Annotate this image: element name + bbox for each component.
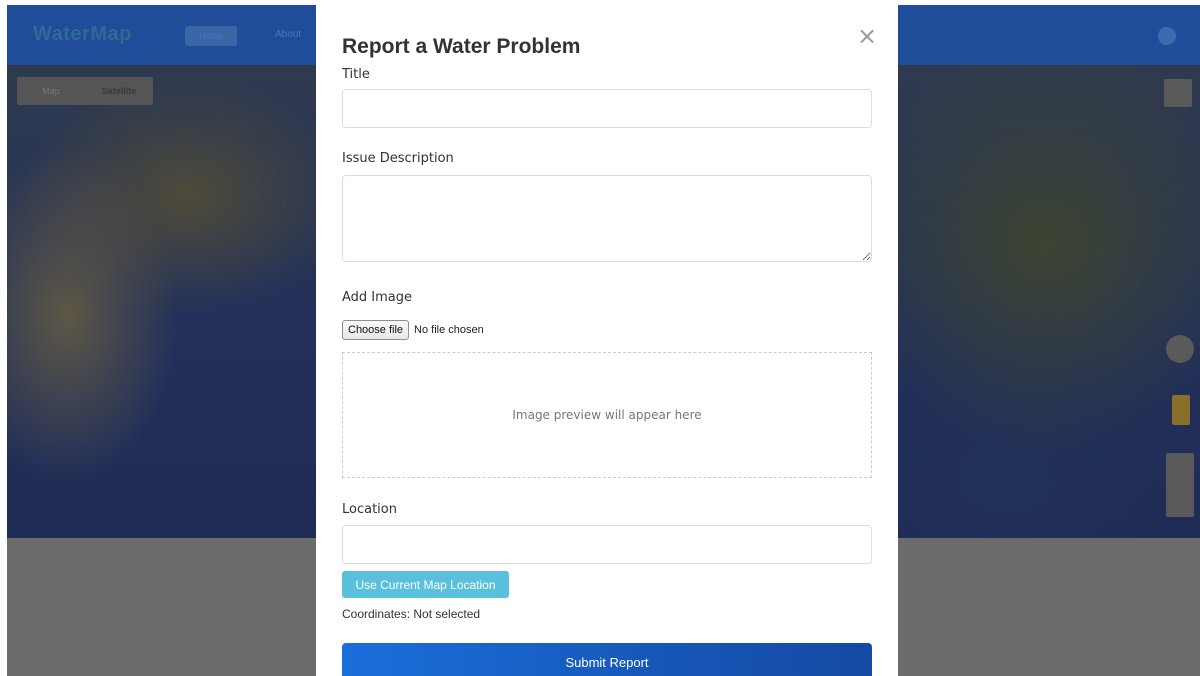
image-preview: Image preview will appear here — [342, 352, 872, 478]
nav-home-button[interactable]: Home — [185, 26, 237, 46]
image-preview-placeholder: Image preview will appear here — [512, 408, 702, 422]
nav-about-link[interactable]: About — [275, 29, 301, 40]
description-label: Issue Description — [342, 151, 454, 166]
compass-icon[interactable] — [1166, 335, 1194, 363]
description-textarea[interactable] — [342, 175, 872, 262]
location-input[interactable] — [342, 525, 872, 564]
brand-logo[interactable]: WaterMap — [33, 23, 132, 46]
file-input: Choose file No file chosen — [342, 320, 484, 340]
file-status: No file chosen — [414, 324, 484, 336]
fullscreen-icon[interactable] — [1164, 79, 1192, 107]
close-icon[interactable]: × — [856, 24, 878, 48]
user-icon[interactable] — [1158, 27, 1176, 45]
choose-file-button[interactable]: Choose file — [342, 320, 410, 340]
title-label: Title — [342, 67, 370, 82]
use-current-location-button[interactable]: Use Current Map Location — [342, 571, 509, 598]
location-label: Location — [342, 502, 397, 517]
modal-title: Report a Water Problem — [342, 35, 581, 58]
street-view-pegman-icon[interactable] — [1172, 395, 1190, 425]
map-type-map[interactable]: Map — [17, 77, 85, 105]
image-label: Add Image — [342, 290, 413, 305]
zoom-control[interactable] — [1166, 453, 1194, 517]
coordinates-text: Coordinates: Not selected — [342, 607, 481, 621]
submit-report-button[interactable]: Submit Report — [342, 643, 872, 676]
title-input[interactable] — [342, 89, 872, 128]
map-type-toggle: Map Satellite — [17, 77, 153, 105]
map-type-satellite[interactable]: Satellite — [85, 77, 153, 105]
report-modal: Report a Water Problem × Title Issue Des… — [316, 5, 898, 676]
